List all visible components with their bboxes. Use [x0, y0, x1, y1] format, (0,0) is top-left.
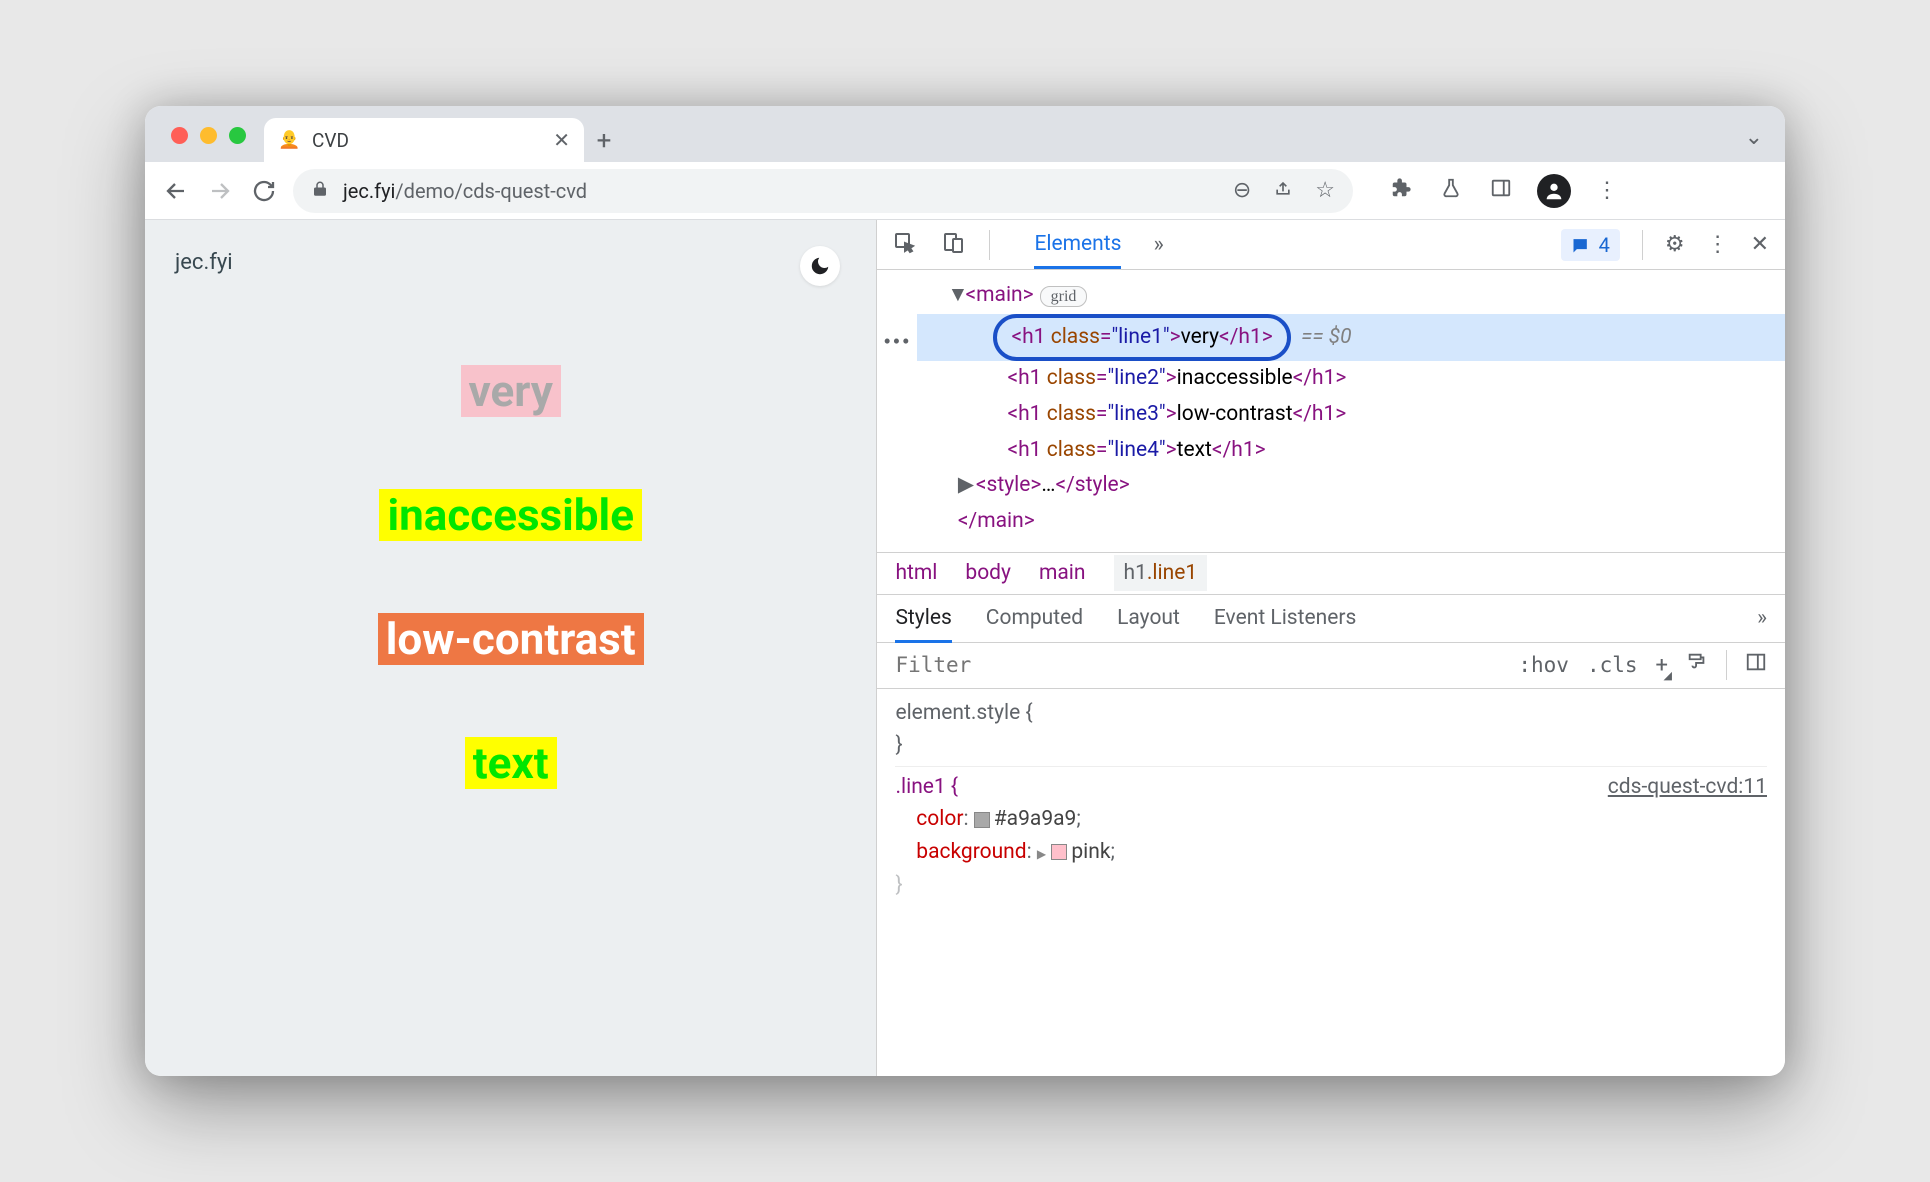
browser-window: 🧑‍🦲 CVD ✕ + ⌄ jec.fyi/demo/cds-quest-cvd… — [145, 106, 1785, 1076]
maximize-window-button[interactable] — [229, 127, 246, 144]
devtools-panel: Elements » 4 ⚙ ⋮ ✕ ▼<main>grid ••• <h1 c… — [876, 220, 1785, 1076]
forward-button[interactable] — [205, 176, 235, 206]
css-rule-header[interactable]: .line1 { cds-quest-cvd:11 — [895, 766, 1767, 804]
tab-computed[interactable]: Computed — [986, 606, 1083, 630]
tab-title: CVD — [312, 129, 541, 152]
element-style-rule[interactable]: element.style { — [895, 697, 1767, 730]
dom-tree[interactable]: ▼<main>grid ••• <h1 class="line1">very</… — [877, 270, 1785, 553]
line-4: text — [465, 737, 557, 789]
node-actions-icon[interactable]: ••• — [883, 324, 911, 360]
window-controls — [161, 127, 264, 162]
demo-lines: very inaccessible low-contrast text — [175, 365, 846, 789]
extensions-icon[interactable] — [1387, 177, 1415, 205]
share-icon[interactable] — [1273, 178, 1293, 204]
line-2: inaccessible — [379, 489, 641, 541]
menu-icon[interactable]: ⋮ — [1593, 178, 1621, 203]
styles-tabs: Styles Computed Layout Event Listeners » — [877, 595, 1785, 643]
grid-badge[interactable]: grid — [1040, 286, 1088, 307]
address-bar[interactable]: jec.fyi/demo/cds-quest-cvd ⊖ ☆ — [293, 169, 1353, 213]
tab-styles[interactable]: Styles — [895, 606, 951, 643]
issues-badge[interactable]: 4 — [1561, 229, 1620, 261]
profile-avatar[interactable] — [1537, 174, 1571, 208]
crumb-html[interactable]: html — [895, 561, 937, 585]
close-devtools-icon[interactable]: ✕ — [1751, 232, 1769, 257]
minimize-window-button[interactable] — [200, 127, 217, 144]
css-declaration[interactable]: background: ▶ pink; — [895, 836, 1767, 869]
webpage: jec.fyi very inaccessible low-contrast t… — [145, 220, 876, 1076]
crumb-main[interactable]: main — [1039, 561, 1086, 585]
source-link[interactable]: cds-quest-cvd:11 — [1608, 771, 1767, 804]
tabs-dropdown-icon[interactable]: ⌄ — [1745, 125, 1785, 162]
computed-sidebar-icon[interactable] — [1745, 651, 1767, 679]
bookmark-icon[interactable]: ☆ — [1315, 178, 1335, 204]
tab-strip: 🧑‍🦲 CVD ✕ + ⌄ — [145, 106, 1785, 162]
line-1: very — [461, 365, 561, 417]
more-tabs-icon[interactable]: » — [1153, 232, 1163, 257]
styles-filter-row: :hov .cls +◢ — [877, 643, 1785, 689]
dark-mode-toggle[interactable] — [800, 246, 840, 286]
new-rule-button[interactable]: +◢ — [1656, 653, 1668, 678]
styles-filter-input[interactable] — [895, 653, 1500, 677]
hov-toggle[interactable]: :hov — [1518, 653, 1569, 677]
more-styles-tabs-icon[interactable]: » — [1757, 606, 1767, 630]
inspect-icon[interactable] — [893, 231, 917, 259]
browser-toolbar: jec.fyi/demo/cds-quest-cvd ⊖ ☆ ⋮ — [145, 162, 1785, 220]
paint-icon[interactable] — [1686, 651, 1708, 679]
reload-button[interactable] — [249, 176, 279, 206]
content-area: jec.fyi very inaccessible low-contrast t… — [145, 220, 1785, 1076]
browser-tab[interactable]: 🧑‍🦲 CVD ✕ — [264, 118, 584, 162]
url-domain: jec.fyi — [343, 179, 395, 203]
selected-node[interactable]: ••• <h1 class="line1">very</h1> == $0 — [877, 314, 1785, 362]
close-tab-button[interactable]: ✕ — [553, 128, 570, 152]
tab-elements[interactable]: Elements — [1034, 232, 1121, 269]
cls-toggle[interactable]: .cls — [1587, 653, 1638, 677]
dom-node[interactable]: <h1 class="line3">low-contrast</h1> — [907, 397, 1769, 433]
site-brand: jec.fyi — [175, 250, 846, 275]
css-declaration[interactable]: color: #a9a9a9; — [895, 803, 1767, 836]
device-toggle-icon[interactable] — [941, 231, 965, 259]
css-rules[interactable]: element.style { } .line1 { cds-quest-cvd… — [877, 689, 1785, 909]
color-swatch[interactable] — [1051, 844, 1067, 860]
crumb-body[interactable]: body — [965, 561, 1011, 585]
labs-icon[interactable] — [1437, 177, 1465, 205]
favicon-icon: 🧑‍🦲 — [278, 129, 300, 151]
line-3: low-contrast — [378, 613, 644, 665]
url-path: /demo/cds-quest-cvd — [395, 179, 587, 203]
settings-icon[interactable]: ⚙ — [1665, 232, 1685, 257]
new-tab-button[interactable]: + — [584, 126, 624, 162]
dom-node[interactable]: </main> — [907, 504, 1769, 540]
tab-event-listeners[interactable]: Event Listeners — [1214, 606, 1356, 630]
devtools-toolbar: Elements » 4 ⚙ ⋮ ✕ — [877, 220, 1785, 270]
lock-icon — [311, 179, 329, 203]
breadcrumb: html body main h1.line1 — [877, 553, 1785, 595]
dom-node[interactable]: ▶<style>…</style> — [907, 468, 1769, 504]
tab-layout[interactable]: Layout — [1117, 606, 1180, 630]
close-window-button[interactable] — [171, 127, 188, 144]
toolbar-right: ⋮ — [1387, 174, 1621, 208]
dom-node[interactable]: <h1 class="line4">text</h1> — [907, 433, 1769, 469]
kebab-icon[interactable]: ⋮ — [1707, 232, 1729, 257]
back-button[interactable] — [161, 176, 191, 206]
dom-node[interactable]: <h1 class="line2">inaccessible</h1> — [907, 361, 1769, 397]
zoom-icon[interactable]: ⊖ — [1233, 178, 1251, 204]
crumb-current[interactable]: h1.line1 — [1114, 555, 1208, 591]
sidepanel-icon[interactable] — [1487, 177, 1515, 205]
devtools-tabs: Elements — [1034, 232, 1121, 257]
color-swatch[interactable] — [974, 812, 990, 828]
